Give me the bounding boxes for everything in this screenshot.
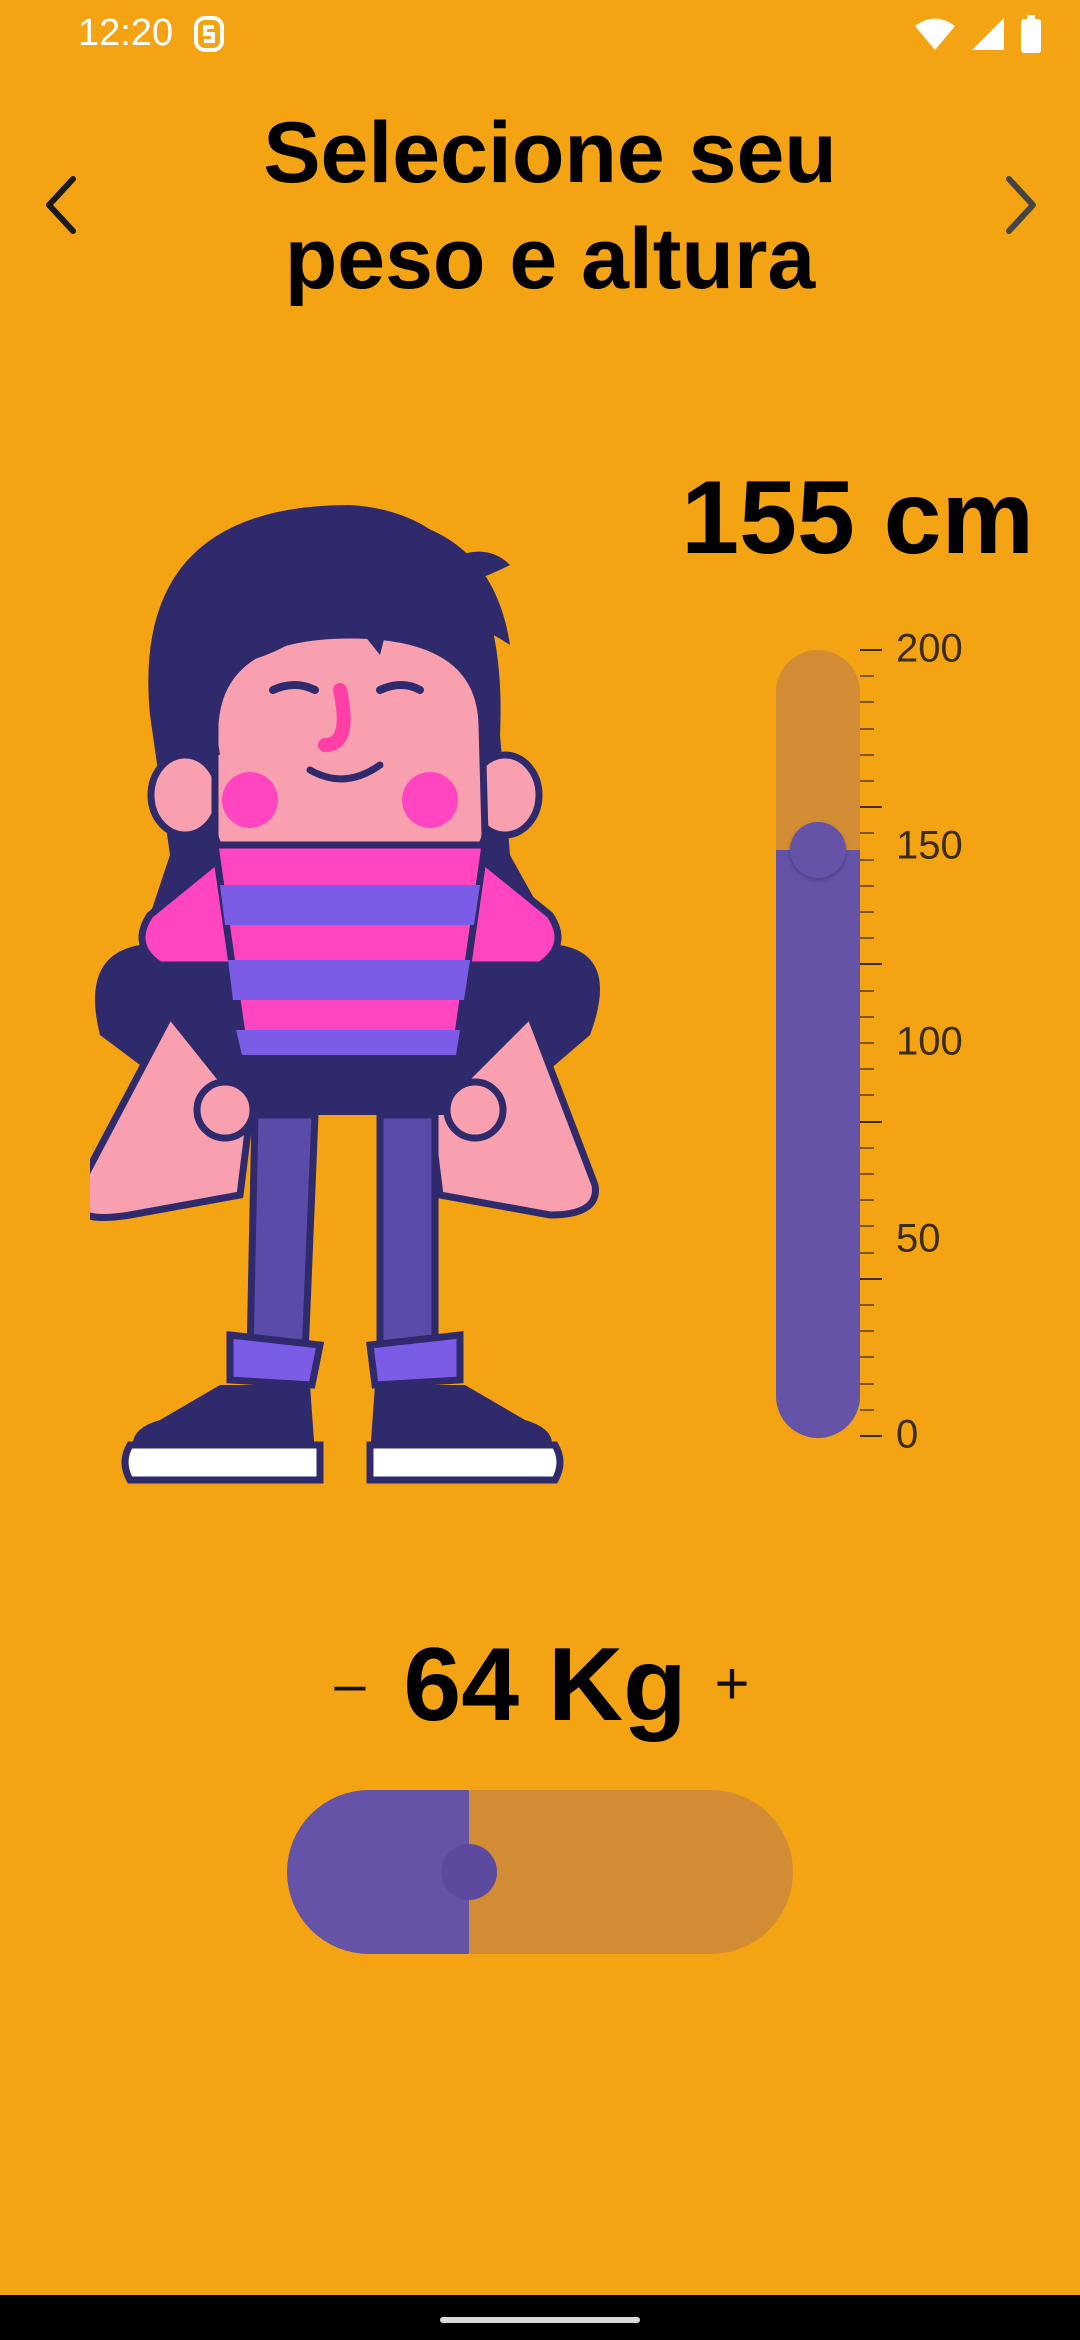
home-indicator[interactable] <box>440 2317 640 2323</box>
chevron-left-icon <box>46 176 76 234</box>
scale-minor-tick <box>860 1356 874 1359</box>
scale-label: 200 <box>896 626 963 671</box>
weight-value: 64 Kg <box>403 1627 687 1743</box>
scale-minor-tick <box>860 1251 874 1254</box>
weight-slider[interactable] <box>287 1790 793 1954</box>
page-title: Selecione seu peso e altura <box>263 105 837 307</box>
height-scale: 0 50 100 150 200 <box>860 627 1060 1457</box>
scale-minor-tick <box>860 1068 874 1071</box>
scale-minor-tick <box>860 1225 874 1228</box>
weight-increase-button[interactable]: + <box>700 1634 764 1734</box>
scale-minor-tick <box>860 1042 874 1044</box>
height-slider-fill <box>776 850 860 1438</box>
scale-label: 50 <box>896 1216 941 1260</box>
back-button[interactable] <box>26 170 96 240</box>
scale-minor-tick <box>860 832 874 835</box>
scale-minor-tick <box>860 989 874 992</box>
scale-minor-tick <box>860 1330 874 1333</box>
scale-minor-tick <box>860 753 874 756</box>
scale-minor-tick <box>860 1304 874 1306</box>
scale-minor-tick <box>860 675 874 678</box>
scale-minor-tick <box>860 1015 874 1018</box>
scale-minor-tick <box>860 1382 874 1385</box>
scale-major-tick <box>860 1120 882 1123</box>
scale-major-tick <box>860 1277 882 1280</box>
scale-minor-tick <box>860 701 874 704</box>
status-icons <box>914 14 1042 54</box>
wifi-icon <box>915 18 955 50</box>
status-time: 12:20 <box>78 12 174 54</box>
scale-minor-tick <box>860 937 874 940</box>
scale-major-tick <box>860 649 882 651</box>
character-illustration <box>90 505 600 1484</box>
scale-minor-tick <box>860 780 874 782</box>
scale-minor-tick <box>860 1146 874 1149</box>
scale-label: 0 <box>896 1412 919 1457</box>
height-value: 155 cm <box>681 460 1034 576</box>
height-slider-thumb[interactable] <box>790 822 846 879</box>
scale-minor-tick <box>860 911 874 913</box>
scale-major-tick <box>860 806 882 809</box>
scale-minor-tick <box>860 884 874 887</box>
battery-icon <box>1021 15 1041 53</box>
scale-minor-tick <box>860 858 874 861</box>
signal-icon <box>972 18 1004 50</box>
scale-minor-tick <box>860 727 874 730</box>
scale-minor-tick <box>860 1094 874 1097</box>
chevron-right-icon <box>1006 176 1036 234</box>
height-slider[interactable] <box>776 650 860 1438</box>
scale-minor-tick <box>860 1199 874 1202</box>
forward-button[interactable] <box>986 170 1056 240</box>
scale-major-tick <box>860 1435 882 1437</box>
scale-label: 100 <box>896 1019 963 1064</box>
weight-decrease-button[interactable]: – <box>318 1634 382 1734</box>
scale-minor-tick <box>860 1173 874 1175</box>
scale-major-tick <box>860 963 882 966</box>
app-s-icon <box>194 16 224 52</box>
scale-minor-tick <box>860 1408 874 1411</box>
scale-label: 150 <box>896 823 963 867</box>
weight-row: – 64 Kg + <box>0 1620 1080 1750</box>
status-bar: 12:20 <box>0 0 1080 70</box>
weight-slider-thumb[interactable] <box>441 1844 498 1900</box>
